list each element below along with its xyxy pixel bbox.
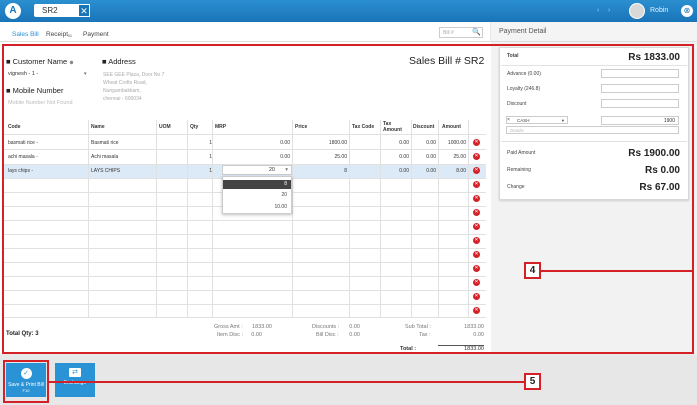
- receipt-badge: 01: [68, 34, 72, 38]
- payment-panel-title: Payment Detail: [499, 28, 547, 35]
- top-bar: [0, 0, 697, 22]
- bill-tab[interactable]: SR2 ✕: [34, 4, 90, 17]
- tab-sales-bill[interactable]: Sales Bill: [12, 31, 39, 38]
- annotation-label-5: 5: [524, 373, 541, 390]
- annotation-box-5: [3, 360, 49, 403]
- tab-receipt[interactable]: Receipt: [46, 31, 68, 38]
- tab-payment[interactable]: Payment: [83, 31, 109, 38]
- payment-panel-header: Payment Detail: [491, 22, 697, 42]
- annotation-line-4: [540, 270, 694, 272]
- sub-nav: [0, 22, 490, 42]
- annotation-line-5: [49, 381, 524, 383]
- exchange-button[interactable]: ⇄ Exchange: [55, 363, 95, 397]
- user-name[interactable]: Robin: [650, 7, 668, 14]
- search-icon[interactable]: 🔍: [470, 27, 483, 38]
- exchange-icon: ⇄: [69, 368, 81, 377]
- prev-arrow-icon[interactable]: ‹: [597, 7, 599, 14]
- app-logo: A: [5, 3, 21, 19]
- annotation-label-4: 4: [524, 262, 541, 279]
- bill-tab-label: SR2: [42, 6, 58, 15]
- close-tab-icon[interactable]: ✕: [78, 4, 90, 17]
- close-app-icon[interactable]: ⊗: [681, 5, 693, 17]
- user-avatar[interactable]: [629, 3, 645, 19]
- annotation-box-4: [2, 44, 694, 354]
- next-arrow-icon[interactable]: ›: [608, 7, 610, 14]
